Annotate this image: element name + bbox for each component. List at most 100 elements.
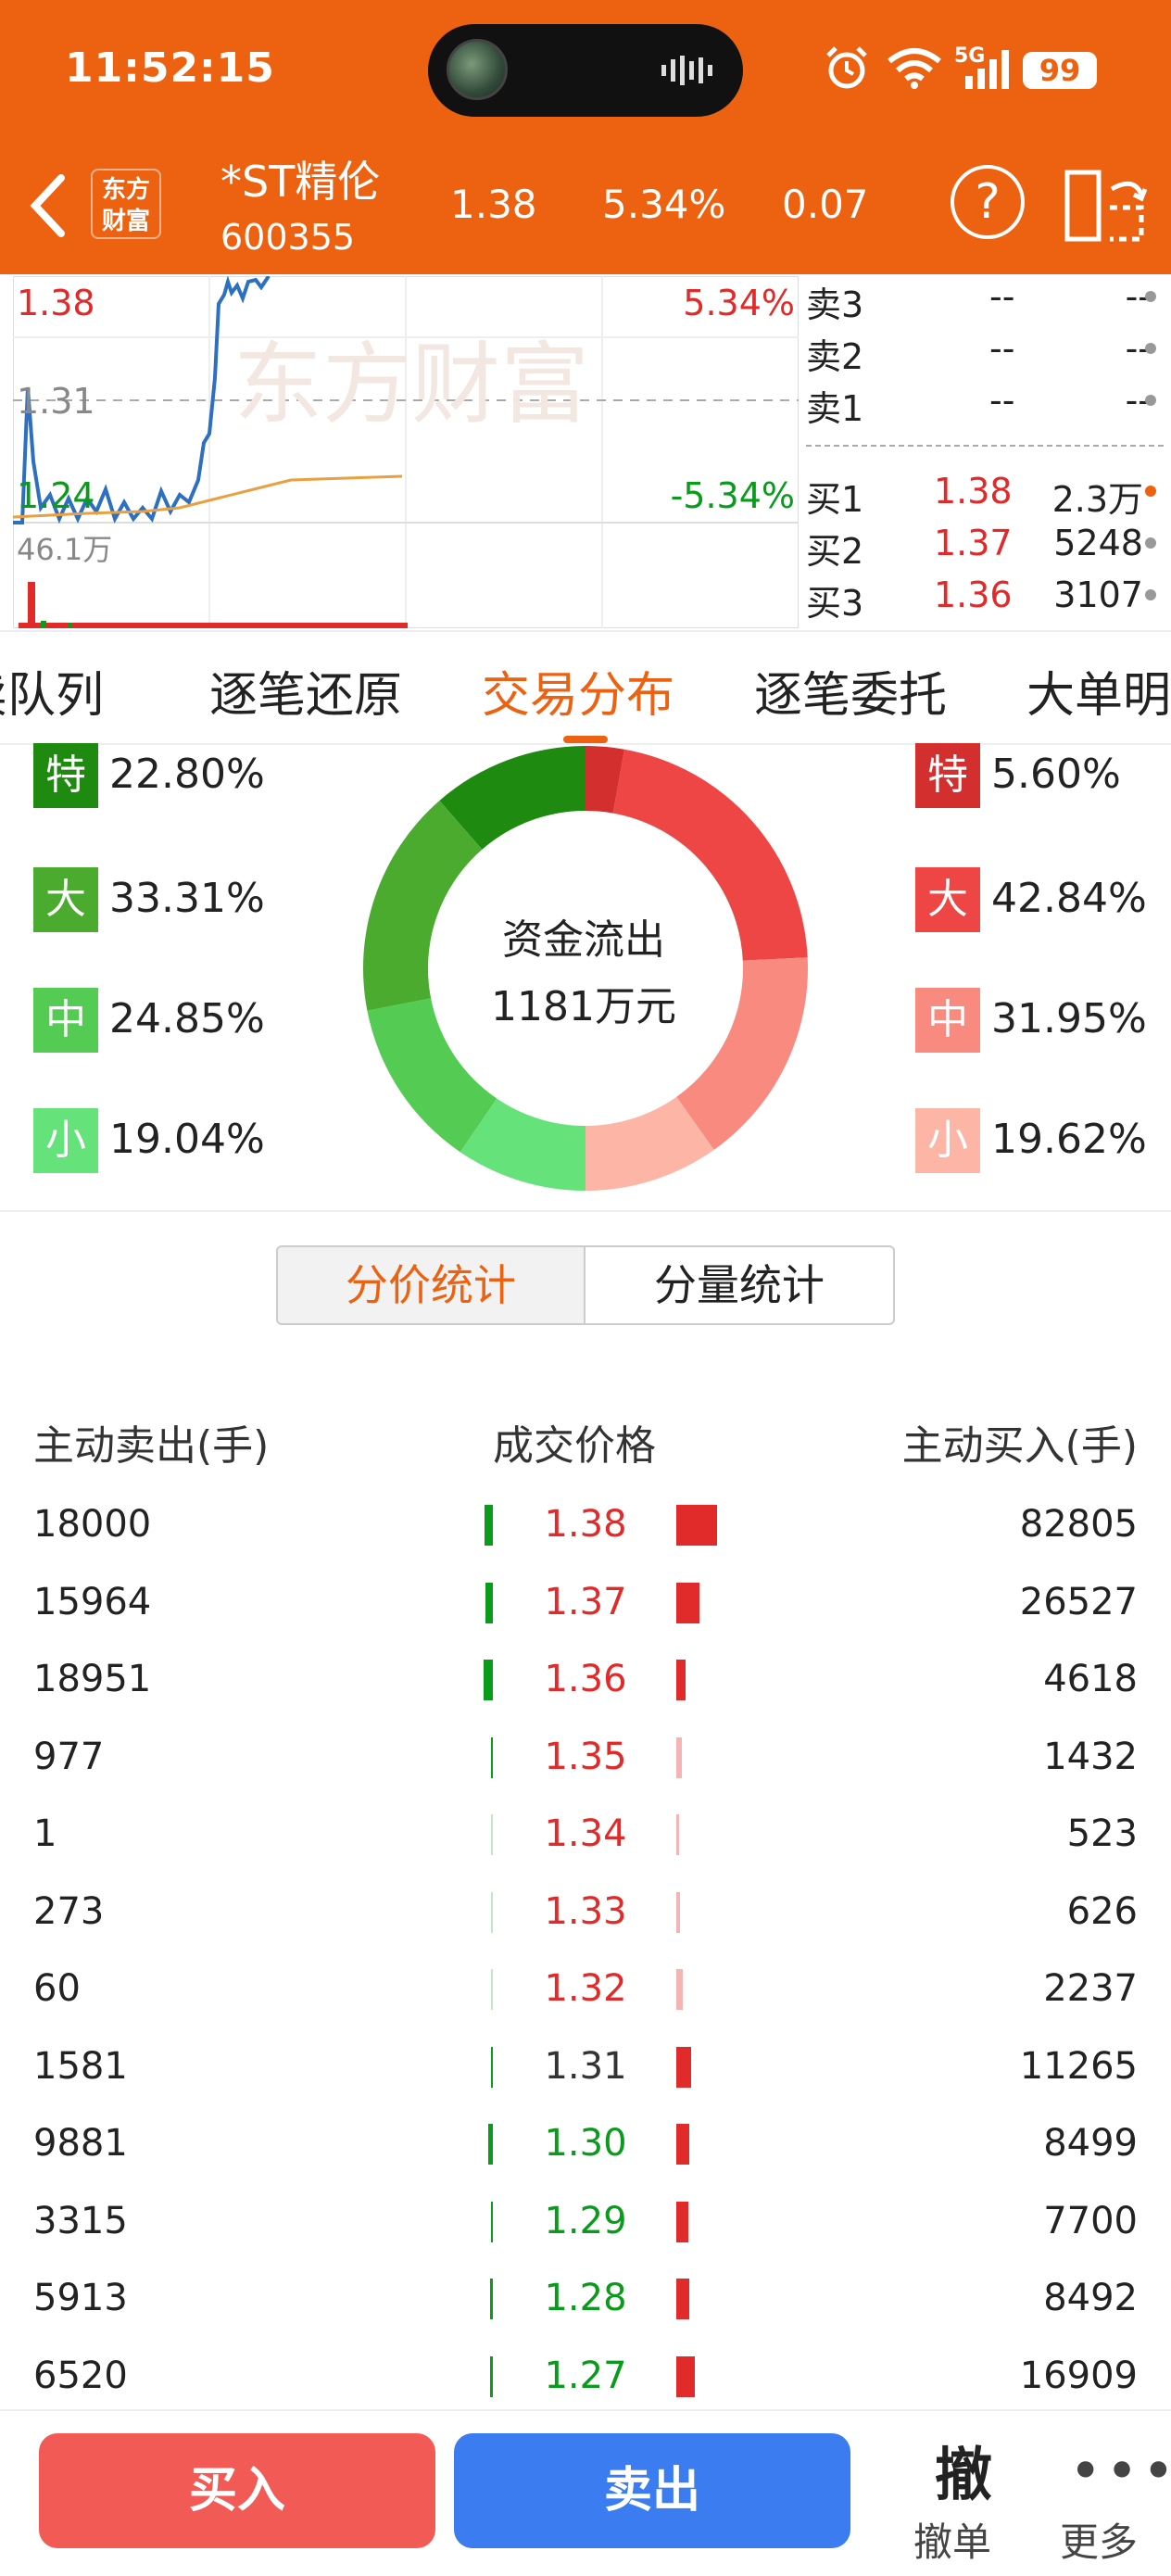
active-sell-volume: 15964 bbox=[33, 1580, 152, 1623]
table-row[interactable]: 18000 1.38 82805 bbox=[0, 1486, 1171, 1564]
ask-dot bbox=[1145, 395, 1156, 406]
detail-tabs: 卖队列 逐笔还原 交易分布 逐笔委托 大单明 bbox=[0, 630, 1171, 745]
trade-price: 1.32 bbox=[544, 1967, 627, 2010]
buy-volume-bar bbox=[676, 1814, 679, 1855]
active-buy-volume: 11265 bbox=[1019, 2044, 1138, 2088]
table-row[interactable]: 9881 1.30 8499 bbox=[0, 2105, 1171, 2183]
buy-volume-bar bbox=[676, 2355, 695, 2397]
tab-large-orders[interactable]: 大单明 bbox=[1026, 656, 1171, 726]
tab-sell-queue[interactable]: 卖队列 bbox=[0, 656, 104, 726]
sell-volume-bar bbox=[490, 2355, 493, 2397]
chart-high-pct: 5.34% bbox=[683, 283, 795, 323]
change-amount: 0.07 bbox=[782, 182, 869, 227]
legend-value: 42.84% bbox=[991, 875, 1147, 922]
chart-high-price: 1.38 bbox=[17, 283, 95, 323]
bid-dot bbox=[1145, 486, 1156, 497]
legend-tag: 特 bbox=[33, 743, 98, 808]
legend-value: 5.60% bbox=[991, 751, 1121, 798]
legend-tag: 中 bbox=[915, 988, 980, 1053]
stock-name[interactable]: *ST精伦 bbox=[220, 148, 380, 209]
segment-volume-stats[interactable]: 分量统计 bbox=[586, 1245, 895, 1325]
buy-volume-bar bbox=[676, 2201, 688, 2242]
media-thumbnail bbox=[447, 39, 508, 100]
chart-low-price: 1.24 bbox=[17, 475, 95, 516]
buy-volume-bar bbox=[676, 2279, 689, 2319]
table-row[interactable]: 1581 1.31 11265 bbox=[0, 2028, 1171, 2106]
help-button[interactable]: ? bbox=[951, 165, 1025, 239]
active-buy-volume: 26527 bbox=[1019, 1580, 1138, 1623]
legend-value: 31.95% bbox=[991, 995, 1147, 1042]
header-bar: 11:52:15 5G 99 东方 财富 *ST精伦 600355 1.38 5… bbox=[0, 0, 1171, 274]
active-buy-volume: 8499 bbox=[1043, 2122, 1138, 2165]
trade-price: 1.38 bbox=[544, 1503, 627, 1546]
buy-volume-bar bbox=[676, 1736, 682, 1778]
table-row[interactable]: 5913 1.28 8492 bbox=[0, 2260, 1171, 2338]
landscape-toggle-icon[interactable] bbox=[1064, 167, 1147, 243]
tab-tick-orders[interactable]: 逐笔委托 bbox=[754, 656, 947, 726]
buy-volume-bar bbox=[676, 1505, 717, 1546]
table-row[interactable]: 273 1.33 626 bbox=[0, 1874, 1171, 1951]
active-buy-volume: 1432 bbox=[1043, 1735, 1138, 1778]
buy-volume-bar bbox=[676, 1582, 699, 1623]
legend-value: 19.62% bbox=[991, 1116, 1147, 1163]
table-row[interactable]: 6520 1.27 16909 bbox=[0, 2338, 1171, 2410]
legend-value: 19.04% bbox=[109, 1116, 265, 1163]
back-arrow-icon[interactable] bbox=[22, 169, 78, 243]
active-buy-volume: 523 bbox=[1066, 1812, 1138, 1855]
outflow-legend: 特 22.80% 大 33.31% 中 24.85% 小 19.04% bbox=[33, 743, 311, 1179]
chart-low-pct: -5.34% bbox=[671, 475, 795, 516]
buy-volume-bar bbox=[676, 1891, 680, 1933]
orderbook-divider bbox=[806, 445, 1164, 447]
trade-price: 1.36 bbox=[544, 1658, 627, 1700]
legend-tag: 特 bbox=[915, 743, 980, 808]
buy-volume-bar bbox=[676, 2046, 691, 2088]
table-row[interactable]: 977 1.35 1432 bbox=[0, 1719, 1171, 1797]
legend-tag: 大 bbox=[33, 867, 98, 932]
tab-trade-distribution[interactable]: 交易分布 bbox=[482, 656, 674, 726]
wifi-icon bbox=[888, 48, 941, 89]
table-row[interactable]: 1 1.34 523 bbox=[0, 1796, 1171, 1874]
col-header-price: 成交价格 bbox=[493, 1422, 656, 1470]
active-buy-volume: 626 bbox=[1066, 1889, 1138, 1933]
segment-price-stats[interactable]: 分价统计 bbox=[276, 1245, 586, 1325]
fund-flow-donut[interactable] bbox=[354, 741, 817, 1195]
trade-price: 1.27 bbox=[544, 2354, 627, 2397]
change-percent: 5.34% bbox=[602, 182, 726, 227]
active-sell-volume: 3315 bbox=[33, 2199, 128, 2242]
chart-watermark: 东方财富 bbox=[233, 333, 589, 436]
active-buy-volume: 7700 bbox=[1043, 2199, 1138, 2242]
donut-title: 资金流出 bbox=[502, 916, 665, 964]
bid-dot bbox=[1145, 537, 1156, 549]
active-buy-volume: 82805 bbox=[1019, 1503, 1138, 1546]
sell-button[interactable]: 卖出 bbox=[454, 2433, 850, 2548]
intraday-chart[interactable]: 东方财富 1.38 1.31 1.24 5.34% -5.34% 46.1万 bbox=[13, 276, 799, 628]
buy-button[interactable]: 买入 bbox=[39, 2433, 435, 2548]
tab-tick-replay[interactable]: 逐笔还原 bbox=[209, 656, 402, 726]
more-label[interactable]: 更多 bbox=[1060, 2511, 1138, 2568]
table-row[interactable]: 18951 1.36 4618 bbox=[0, 1641, 1171, 1719]
chart-prev-close: 1.31 bbox=[17, 381, 95, 422]
active-sell-volume: 1 bbox=[33, 1812, 57, 1855]
stock-code: 600355 bbox=[220, 217, 356, 258]
active-buy-volume: 2237 bbox=[1043, 1967, 1138, 2010]
active-sell-volume: 1581 bbox=[33, 2044, 128, 2088]
table-row[interactable]: 60 1.32 2237 bbox=[0, 1951, 1171, 2028]
legend-tag: 小 bbox=[915, 1108, 980, 1173]
active-sell-volume: 6520 bbox=[33, 2354, 128, 2397]
trade-price: 1.37 bbox=[544, 1580, 627, 1623]
sell-volume-bar bbox=[491, 1814, 493, 1855]
more-icon[interactable]: ••• bbox=[1069, 2439, 1171, 2504]
col-header-active-buy: 主动买入(手) bbox=[901, 1422, 1138, 1470]
cancel-order-label[interactable]: 撤单 bbox=[913, 2511, 991, 2568]
legend-tag: 小 bbox=[33, 1108, 98, 1173]
table-row[interactable]: 3315 1.29 7700 bbox=[0, 2183, 1171, 2261]
sell-volume-bar bbox=[490, 2279, 493, 2319]
audio-wave-icon bbox=[661, 56, 712, 85]
bid-dot bbox=[1145, 589, 1156, 600]
legend-value: 33.31% bbox=[109, 875, 265, 922]
order-book[interactable]: 卖3 -- -- 卖2 -- -- 卖1 -- -- 买1 1.38 2.3万 … bbox=[806, 276, 1171, 628]
active-sell-volume: 5913 bbox=[33, 2277, 128, 2319]
table-row[interactable]: 15964 1.37 26527 bbox=[0, 1564, 1171, 1642]
cancel-order-icon[interactable]: 撤 bbox=[926, 2428, 1001, 2511]
active-buy-volume: 8492 bbox=[1043, 2277, 1138, 2319]
